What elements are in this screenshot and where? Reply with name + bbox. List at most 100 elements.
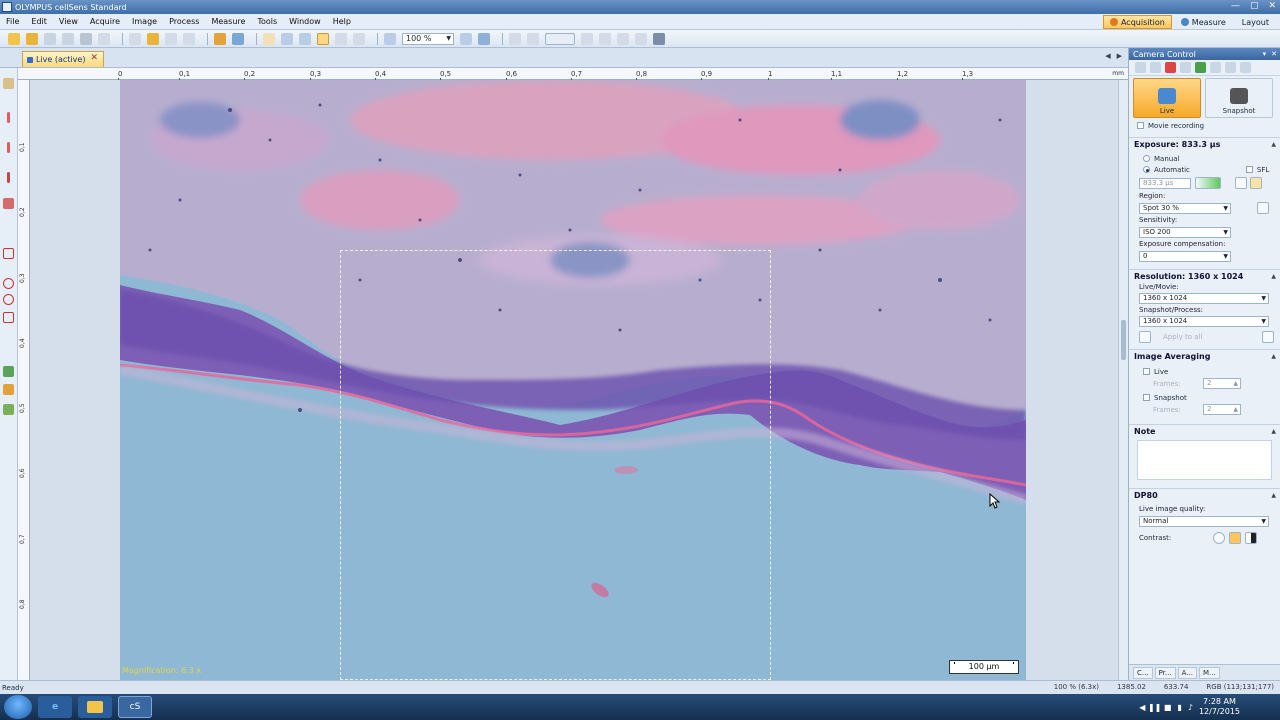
layout-tab-acquisition[interactable]: Acquisition (1102, 15, 1172, 29)
pin-icon[interactable]: ▾ (1263, 50, 1267, 58)
text-tool-icon[interactable] (3, 366, 14, 377)
note-textarea[interactable] (1137, 440, 1272, 480)
dp80-section-header[interactable]: DP80 ▲ (1129, 488, 1280, 501)
avg-snapshot-frames-input[interactable]: 2 ▲ (1203, 404, 1241, 415)
save-all-icon[interactable] (62, 32, 74, 45)
media-controls-icon[interactable]: ◀ ❚❚ ■ (1139, 703, 1171, 712)
scroll-left-icon[interactable]: ◀ (1105, 52, 1110, 60)
settings-icon[interactable] (1225, 62, 1236, 73)
lock-icon[interactable] (1250, 177, 1262, 189)
network-icon[interactable]: ▮ (1177, 703, 1181, 712)
movie-recording-row[interactable]: Movie recording (1129, 120, 1280, 131)
avg-snapshot-checkbox[interactable] (1143, 394, 1150, 401)
close-tab-icon[interactable]: ✕ (90, 53, 98, 63)
live-movie-select[interactable]: 1360 x 1024 ▼ (1139, 293, 1269, 304)
image-averaging-section-header[interactable]: Image Averaging ▲ (1129, 349, 1280, 362)
paste-icon[interactable] (147, 32, 159, 45)
manual-radio-row[interactable]: Manual (1129, 153, 1280, 164)
copy-icon[interactable] (129, 32, 141, 45)
pan-hand-icon[interactable] (263, 32, 275, 45)
image-viewport[interactable]: Magnification: 6.3 x 100 µm (30, 80, 1118, 680)
region-select[interactable]: Spot 30 % ▼ (1139, 202, 1231, 214)
tile-icon[interactable] (509, 32, 521, 45)
histogram-icon[interactable] (599, 32, 611, 45)
sfl-checkbox[interactable] (1245, 166, 1253, 173)
exposure-time-input[interactable]: 833.3 µs (1139, 177, 1191, 189)
collapse-icon[interactable]: ▲ (1271, 141, 1276, 148)
panel-close-icon[interactable]: ✕ (1271, 50, 1277, 58)
fit-to-window-icon[interactable] (478, 32, 490, 45)
frame-icon[interactable] (545, 32, 575, 45)
menu-tools[interactable]: Tools (251, 17, 283, 26)
menu-help[interactable]: Help (327, 17, 357, 26)
zoom-in-icon[interactable] (460, 32, 472, 45)
manual-radio[interactable] (1143, 155, 1150, 162)
menu-view[interactable]: View (53, 17, 84, 26)
crop-icon[interactable] (1139, 331, 1151, 343)
lut-icon[interactable] (617, 32, 629, 45)
settings-icon[interactable] (635, 32, 647, 45)
scale-bar[interactable]: 100 µm (949, 660, 1019, 674)
tab-microscope[interactable]: M... (1198, 666, 1220, 679)
color-icon[interactable] (1195, 62, 1206, 73)
scrollbar-thumb[interactable] (1121, 320, 1126, 360)
menu-file[interactable]: File (0, 17, 25, 26)
exposure-section-header[interactable]: Exposure: 833.3 µs ▲ (1129, 137, 1280, 150)
angle-tool-icon[interactable] (3, 198, 14, 209)
zoom-select[interactable]: 100 % ▼ (402, 32, 454, 45)
open-icon[interactable] (26, 32, 38, 45)
roi-dashed-frame[interactable] (340, 250, 771, 680)
more-icon[interactable] (1240, 62, 1251, 73)
polyline-tool-icon[interactable] (7, 142, 10, 153)
line-tool-icon[interactable] (7, 112, 10, 123)
tab-live-active[interactable]: Live (active) ✕ (22, 51, 104, 67)
cut-icon[interactable] (98, 32, 110, 45)
avg-snapshot-row[interactable]: Snapshot (1129, 392, 1280, 403)
sensitivity-select[interactable]: ISO 200 ▼ (1139, 226, 1231, 238)
grid-tool-icon[interactable] (353, 32, 365, 45)
avg-live-checkbox[interactable] (1143, 368, 1150, 375)
redo-icon[interactable] (183, 32, 195, 45)
tab-adjustments[interactable]: A... (1177, 666, 1197, 679)
info-icon[interactable] (1262, 331, 1275, 343)
white-balance-icon[interactable] (1180, 62, 1191, 73)
grid-icon[interactable] (1210, 62, 1221, 73)
automatic-radio-row[interactable]: Automatic SFL (1129, 164, 1280, 175)
layout-tab-layout[interactable]: Layout (1235, 15, 1276, 29)
camera-tool-icon[interactable] (1135, 62, 1146, 73)
file-explorer-icon[interactable] (78, 696, 112, 718)
layer-icon[interactable] (581, 32, 593, 45)
tab-properties[interactable]: Pr... (1154, 666, 1176, 679)
contrast-high-icon[interactable] (1245, 532, 1257, 544)
tab-camera[interactable]: C... (1133, 666, 1153, 679)
movie-recording-checkbox[interactable] (1137, 122, 1144, 129)
exposure-adjust-icon[interactable] (1195, 177, 1221, 189)
resolution-section-header[interactable]: Resolution: 1360 x 1024 ▲ (1129, 269, 1280, 282)
select-tool-icon[interactable] (317, 32, 329, 45)
menu-window[interactable]: Window (283, 17, 327, 26)
region-edit-icon[interactable] (1257, 202, 1269, 214)
close-button[interactable]: ✕ (1268, 1, 1276, 11)
print-icon[interactable] (80, 32, 92, 45)
contrast-low-icon[interactable] (1213, 532, 1225, 544)
live-quality-select[interactable]: Normal ▼ (1139, 515, 1269, 527)
undo-icon[interactable] (165, 32, 177, 45)
arrow-tool-icon[interactable] (335, 32, 347, 45)
start-button[interactable] (4, 695, 32, 719)
live-button[interactable]: Live (1133, 78, 1201, 118)
minimize-button[interactable]: — (1231, 1, 1240, 11)
auto-exposure-icon[interactable] (1235, 177, 1247, 189)
menu-image[interactable]: Image (126, 17, 163, 26)
snapshot-tool-icon[interactable] (214, 32, 226, 45)
overlay-icon[interactable] (527, 32, 539, 45)
zoom-out-icon[interactable] (384, 32, 396, 45)
arrow-line-icon[interactable] (7, 172, 10, 183)
eraser-tool-icon[interactable] (3, 384, 14, 395)
scroll-right-icon[interactable]: ▶ (1117, 52, 1122, 60)
record-icon[interactable] (1165, 62, 1176, 73)
snapshot-process-select[interactable]: 1360 x 1024 ▼ (1139, 316, 1269, 327)
volume-icon[interactable]: ♪ (1188, 703, 1193, 712)
automatic-radio[interactable] (1143, 166, 1150, 173)
zoom-tool-icon[interactable] (281, 32, 293, 45)
rectangle-tool-icon[interactable] (3, 248, 14, 259)
